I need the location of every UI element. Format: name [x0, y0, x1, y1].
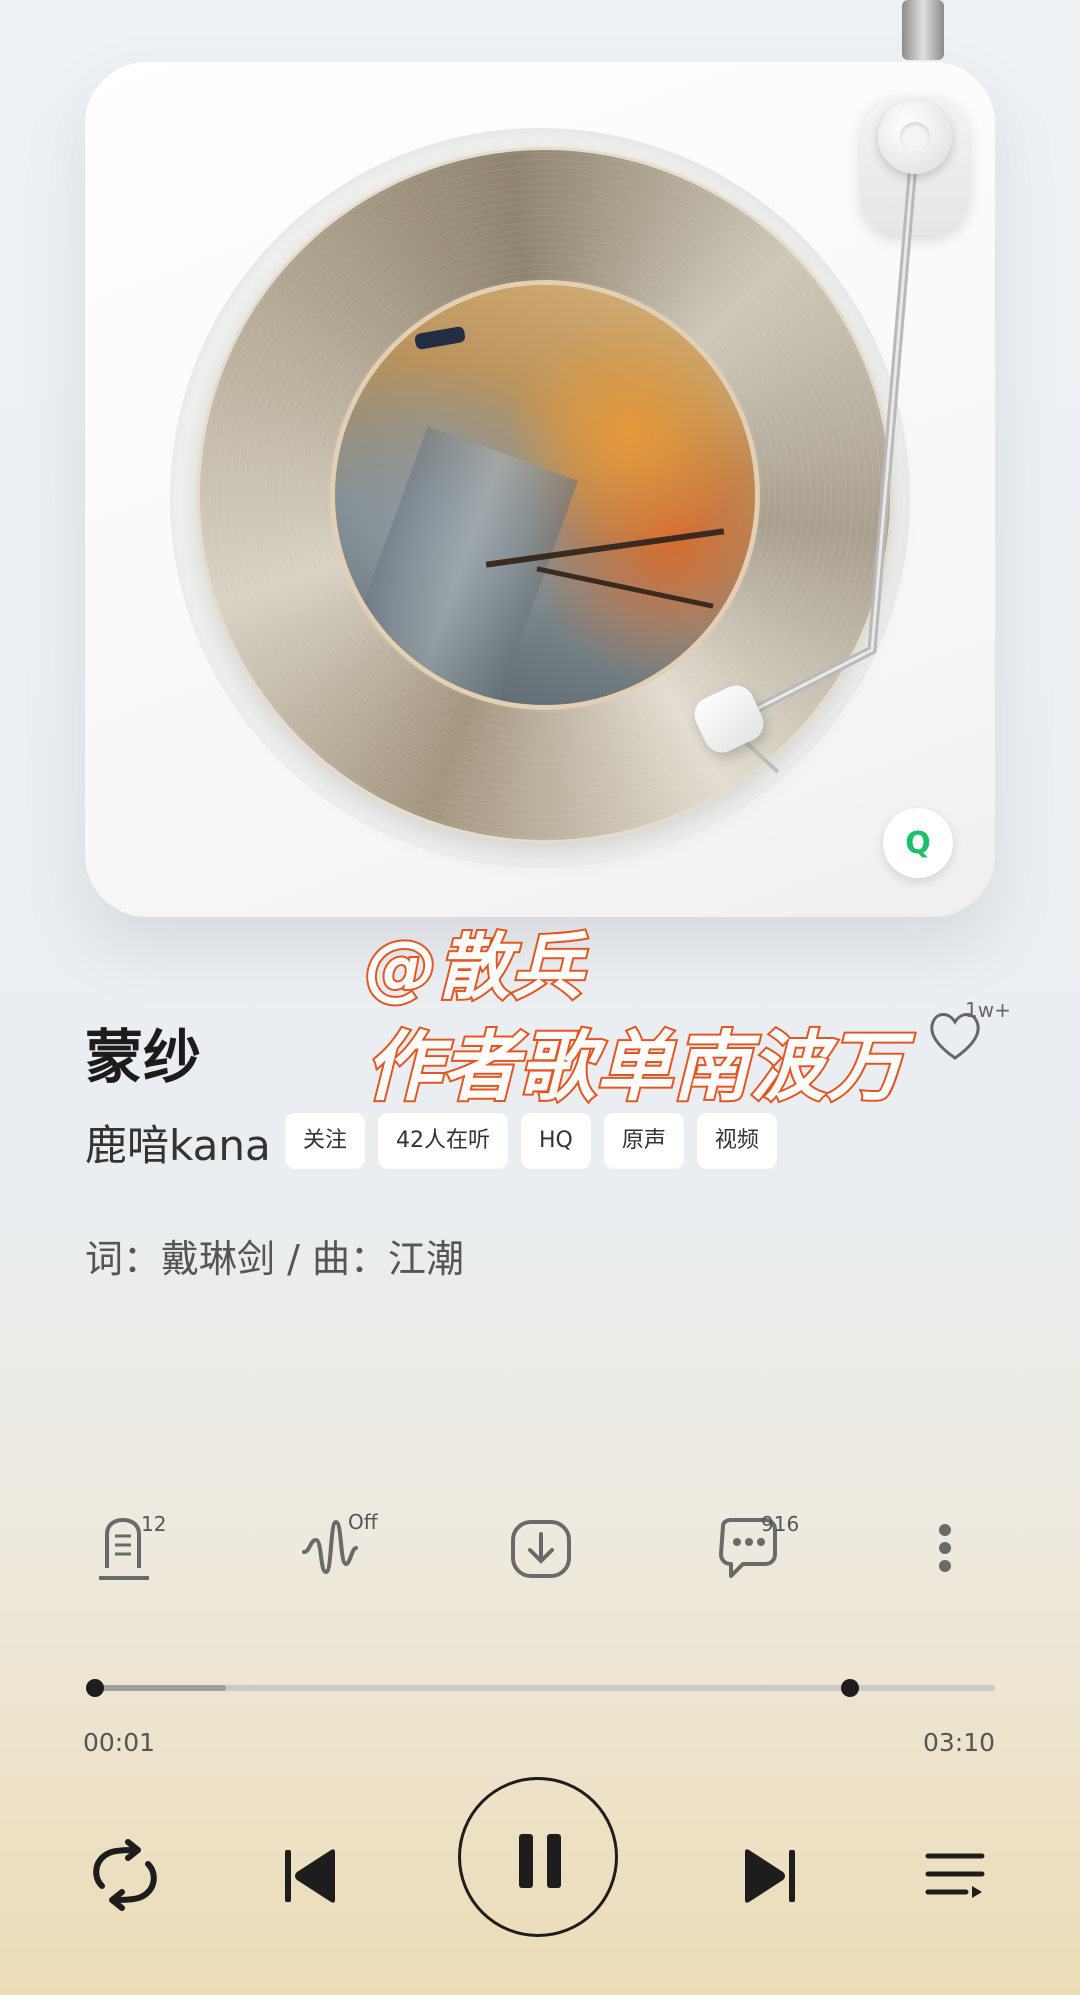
pause-button[interactable] — [458, 1777, 618, 1937]
more-icon — [939, 1524, 951, 1572]
watermark-line-2: 作者歌单南波万 — [363, 1020, 905, 1113]
playlist-button[interactable] — [910, 1830, 1000, 1920]
download-button[interactable] — [508, 1512, 588, 1584]
song-title: 蒙纱 — [85, 1023, 202, 1091]
video-tag[interactable]: 视频 — [696, 1113, 777, 1169]
download-icon — [511, 1520, 571, 1578]
loop-icon — [93, 1839, 157, 1911]
quality-tag[interactable]: HQ — [521, 1113, 591, 1169]
sound-effect-button[interactable]: Off — [300, 1510, 380, 1584]
listeners-tag[interactable]: 42人在听 — [378, 1113, 509, 1169]
next-button[interactable] — [725, 1830, 815, 1920]
loop-button[interactable] — [80, 1830, 170, 1920]
progress-buffered — [93, 1685, 226, 1691]
lyrics-button[interactable]: 12 — [93, 1512, 173, 1584]
progress-marker[interactable] — [841, 1679, 859, 1697]
previous-icon — [285, 1849, 335, 1903]
original-tag[interactable]: 原声 — [603, 1113, 684, 1169]
next-icon — [745, 1849, 795, 1903]
comment-count: 916 — [761, 1512, 800, 1536]
follow-button[interactable]: 关注 — [285, 1113, 366, 1169]
current-time: 00:01 — [83, 1728, 156, 1757]
q-logo-badge[interactable]: Q — [883, 808, 953, 878]
artist-name[interactable]: 鹿喑kana — [85, 1112, 271, 1173]
previous-button[interactable] — [265, 1830, 355, 1920]
pause-icon-bar — [519, 1834, 533, 1888]
comments-button[interactable]: 916 — [715, 1512, 799, 1584]
sound-effect-state: Off — [348, 1510, 378, 1534]
more-button[interactable] — [930, 1512, 980, 1584]
progress-track[interactable] — [93, 1685, 995, 1691]
pause-icon-bar — [547, 1834, 561, 1888]
favorite-count: 1w+ — [965, 998, 1011, 1022]
total-time: 03:10 — [923, 1728, 996, 1757]
tag-row: 关注 42人在听 HQ 原声 视频 — [285, 1113, 777, 1169]
playlist-icon — [925, 1853, 985, 1898]
tonearm-pivot — [878, 100, 952, 174]
watermark-line-1: @散兵 — [363, 923, 585, 1011]
lyrics-count: 12 — [141, 1512, 167, 1536]
song-credits: 词：戴琳剑 / 曲：江潮 — [85, 1237, 464, 1281]
progress-knob[interactable] — [86, 1679, 104, 1697]
